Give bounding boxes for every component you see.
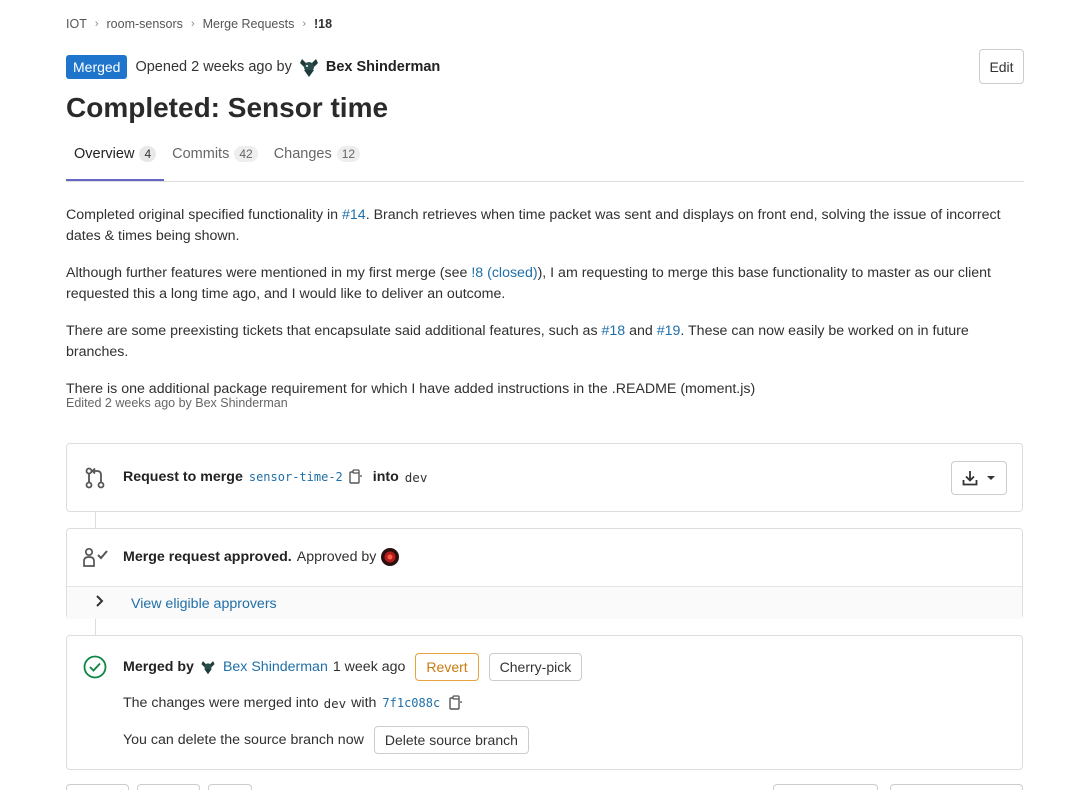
approvers-bar: View eligible approvers <box>67 586 1022 619</box>
cutoff-button[interactable] <box>208 784 252 790</box>
mr-tabs: Overview 4 Commits 42 Changes 12 <box>66 140 1024 182</box>
check-circle-icon <box>83 655 107 679</box>
chevron-right-icon: › <box>190 18 195 30</box>
timeline-connector <box>95 512 96 528</box>
author-link[interactable]: Bex Shinderman <box>326 59 440 75</box>
mr-description: Completed original specified functionali… <box>66 205 1024 416</box>
download-dropdown-button[interactable] <box>951 461 1007 495</box>
delete-branch-text: You can delete the source branch now <box>123 732 364 748</box>
text: Although further features were mentioned… <box>66 265 472 281</box>
tab-label: Changes <box>273 146 332 162</box>
breadcrumb-merge-requests[interactable]: Merge Requests <box>203 17 295 31</box>
breadcrumb-project[interactable]: room-sensors <box>107 17 183 31</box>
approved-by-label: Approved by <box>296 549 377 565</box>
cutoff-button[interactable] <box>66 784 129 790</box>
copy-icon[interactable] <box>349 469 363 485</box>
page-title: Completed: Sensor time <box>66 92 389 123</box>
chevron-right-icon: › <box>302 18 306 30</box>
delete-branch-row: You can delete the source branch now Del… <box>123 726 529 754</box>
text: and <box>625 323 657 339</box>
view-approvers-link[interactable]: View eligible approvers <box>131 596 277 612</box>
changes-text: The changes were merged into <box>123 695 319 711</box>
chevron-down-icon <box>987 476 995 480</box>
status-badge: Merged <box>66 55 128 79</box>
edit-button[interactable]: Edit <box>979 49 1024 84</box>
tab-commits[interactable]: Commits 42 <box>164 140 266 181</box>
merged-commit-row: The changes were merged into dev with 7f… <box>123 695 463 711</box>
approval-icon <box>83 547 108 567</box>
with-label: with <box>351 695 377 711</box>
approval-widget: Merge request approved. Approved by View… <box>66 528 1023 619</box>
breadcrumb: IOT › room-sensors › Merge Requests › !1… <box>66 17 332 31</box>
target-branch: dev <box>404 469 428 485</box>
tab-count: 4 <box>139 146 157 162</box>
breadcrumb-group[interactable]: IOT <box>66 17 87 31</box>
cherry-pick-button[interactable]: Cherry-pick <box>488 653 583 681</box>
text: There are some preexisting tickets that … <box>66 323 602 339</box>
tab-count: 42 <box>234 146 258 162</box>
timeline-connector <box>95 619 96 635</box>
merged-widget: Merged by Bex Shinderman 1 week ago Reve… <box>66 635 1023 770</box>
issue-link-18[interactable]: #18 <box>601 323 625 339</box>
merge-branches-row: Request to merge sensor-time-2 into dev <box>123 469 427 485</box>
copy-icon[interactable] <box>449 695 463 711</box>
issue-link-19[interactable]: #19 <box>657 323 681 339</box>
description-paragraph: Completed original specified functionali… <box>66 205 1024 247</box>
merged-by-row: Merged by Bex Shinderman 1 week ago Reve… <box>123 653 583 681</box>
tab-changes[interactable]: Changes 12 <box>266 140 368 181</box>
cutoff-button[interactable] <box>773 784 878 790</box>
chevron-right-icon: › <box>94 18 99 30</box>
issue-link-14[interactable]: #14 <box>342 207 366 223</box>
avatar[interactable] <box>199 659 216 675</box>
opened-text: Opened 2 weeks ago by <box>135 59 292 75</box>
cutoff-button[interactable] <box>137 784 200 790</box>
merge-request-icon <box>85 467 105 489</box>
merged-time: 1 week ago <box>332 659 406 675</box>
merged-by-label: Merged by <box>123 659 194 675</box>
tab-label: Overview <box>74 146 135 162</box>
commit-link[interactable]: 7f1c088c <box>382 696 440 710</box>
merged-author-link[interactable]: Bex Shinderman <box>223 659 328 675</box>
merged-target-branch: dev <box>323 695 347 711</box>
mr-link-8[interactable]: !8 (closed) <box>471 265 537 281</box>
approval-title: Merge request approved. <box>123 549 292 565</box>
approver-avatar[interactable] <box>381 548 400 566</box>
download-icon <box>962 471 978 486</box>
tab-overview[interactable]: Overview 4 <box>66 140 165 181</box>
description-paragraph: There are some preexisting tickets that … <box>66 321 1024 363</box>
edited-note: Edited 2 weeks ago by Bex Shinderman <box>66 396 288 410</box>
approval-row: Merge request approved. Approved by <box>123 548 400 566</box>
delete-source-branch-button[interactable]: Delete source branch <box>373 726 529 754</box>
breadcrumb-current: !18 <box>314 17 333 31</box>
cutoff-button[interactable] <box>890 784 1023 790</box>
source-branch[interactable]: sensor-time-2 <box>249 470 343 484</box>
tab-label: Commits <box>172 146 230 162</box>
into-label: into <box>372 469 399 485</box>
description-paragraph: Although further features were mentioned… <box>66 263 1024 305</box>
merge-request-widget: Request to merge sensor-time-2 into dev <box>66 443 1023 512</box>
tab-count: 12 <box>336 146 361 162</box>
request-label: Request to merge <box>123 469 243 485</box>
chevron-right-icon[interactable] <box>95 595 105 607</box>
text: Completed original specified functionali… <box>66 207 343 223</box>
avatar[interactable] <box>297 56 320 78</box>
mr-header: Merged Opened 2 weeks ago by Bex Shinder… <box>66 55 440 79</box>
revert-button[interactable]: Revert <box>415 653 479 681</box>
